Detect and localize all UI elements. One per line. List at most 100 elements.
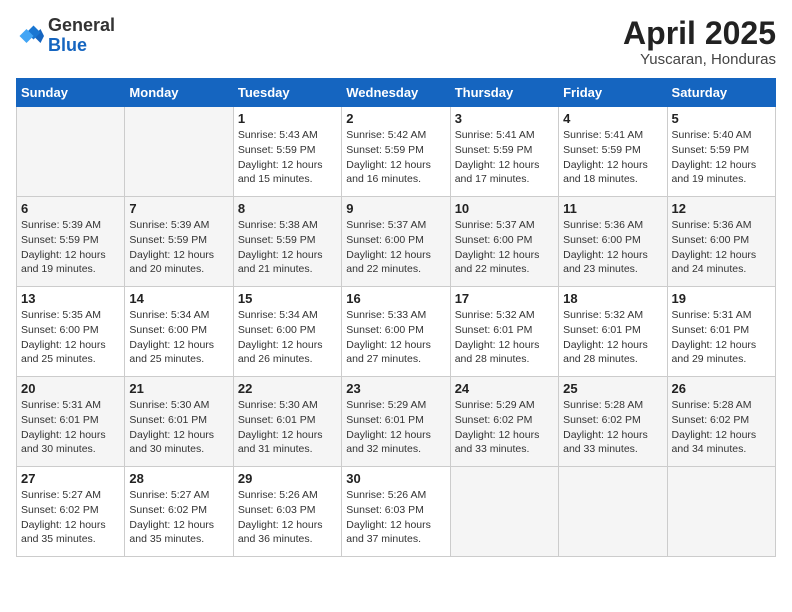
calendar-cell: 17Sunrise: 5:32 AMSunset: 6:01 PMDayligh… [450, 287, 558, 377]
header-day-sunday: Sunday [17, 79, 125, 107]
header-day-saturday: Saturday [667, 79, 775, 107]
calendar-cell [667, 467, 775, 557]
day-number: 30 [346, 471, 445, 486]
calendar-cell: 26 Sunrise: 5:28 AMSunset: 6:02 PMDayligh… [667, 377, 775, 467]
day-info: Sunrise: 5:30 AMSunset: 6:01 PMDaylight:… [129, 398, 228, 457]
day-info: Sunrise: 5:34 AMSunset: 6:00 PMDaylight:… [238, 308, 337, 367]
day-info: Sunrise: 5:37 AMSunset: 6:00 PMDaylight:… [455, 218, 554, 277]
day-info: Sunrise: 5:39 AMSunset: 5:59 PMDaylight:… [21, 218, 120, 277]
calendar-cell: 1 Sunrise: 5:43 AMSunset: 5:59 PMDaylight… [233, 107, 341, 197]
calendar-cell [559, 467, 667, 557]
day-number: 8 [238, 201, 337, 216]
day-info: Sunrise: 5:39 AMSunset: 5:59 PMDaylight:… [129, 218, 228, 277]
day-info: Sunrise: 5:34 AMSunset: 6:00 PMDaylight:… [129, 308, 228, 367]
calendar-cell: 10Sunrise: 5:37 AMSunset: 6:00 PMDayligh… [450, 197, 558, 287]
calendar-cell: 27 Sunrise: 5:27 AMSunset: 6:02 PMDayligh… [17, 467, 125, 557]
day-info: Sunrise: 5:31 AMSunset: 6:01 PMDaylight:… [672, 308, 771, 367]
day-number: 14 [129, 291, 228, 306]
calendar-cell: 29 Sunrise: 5:26 AMSunset: 6:03 PMDayligh… [233, 467, 341, 557]
calendar-cell: 16Sunrise: 5:33 AMSunset: 6:00 PMDayligh… [342, 287, 450, 377]
calendar-cell: 6 Sunrise: 5:39 AMSunset: 5:59 PMDaylight… [17, 197, 125, 287]
month-title: April 2025 [623, 16, 776, 51]
day-info: Sunrise: 5:29 AMSunset: 6:02 PMDaylight:… [455, 398, 554, 457]
calendar-cell: 19 Sunrise: 5:31 AMSunset: 6:01 PMDayligh… [667, 287, 775, 377]
day-info: Sunrise: 5:37 AMSunset: 6:00 PMDaylight:… [346, 218, 445, 277]
day-number: 28 [129, 471, 228, 486]
calendar-cell: 20Sunrise: 5:31 AMSunset: 6:01 PMDayligh… [17, 377, 125, 467]
calendar-week-row: 13Sunrise: 5:35 AMSunset: 6:00 PMDayligh… [17, 287, 776, 377]
day-info: Sunrise: 5:27 AMSunset: 6:02 PMDaylight:… [21, 488, 120, 547]
day-number: 9 [346, 201, 445, 216]
calendar-cell [450, 467, 558, 557]
calendar-cell: 22Sunrise: 5:30 AMSunset: 6:01 PMDayligh… [233, 377, 341, 467]
day-number: 27 [21, 471, 120, 486]
day-number: 11 [563, 201, 662, 216]
day-number: 6 [21, 201, 120, 216]
day-number: 21 [129, 381, 228, 396]
day-number: 15 [238, 291, 337, 306]
day-number: 3 [455, 111, 554, 126]
calendar-cell [125, 107, 233, 197]
day-number: 25 [563, 381, 662, 396]
calendar-cell: 15 Sunrise: 5:34 AMSunset: 6:00 PMDayligh… [233, 287, 341, 377]
calendar-cell: 7 Sunrise: 5:39 AMSunset: 5:59 PMDaylight… [125, 197, 233, 287]
calendar-header-row: SundayMondayTuesdayWednesdayThursdayFrid… [17, 79, 776, 107]
day-number: 19 [672, 291, 771, 306]
calendar-cell: 21 Sunrise: 5:30 AMSunset: 6:01 PMDayligh… [125, 377, 233, 467]
calendar-cell: 13Sunrise: 5:35 AMSunset: 6:00 PMDayligh… [17, 287, 125, 377]
day-info: Sunrise: 5:28 AMSunset: 6:02 PMDaylight:… [672, 398, 771, 457]
day-info: Sunrise: 5:28 AMSunset: 6:02 PMDaylight:… [563, 398, 662, 457]
calendar-cell: 9 Sunrise: 5:37 AMSunset: 6:00 PMDaylight… [342, 197, 450, 287]
location-subtitle: Yuscaran, Honduras [623, 51, 776, 68]
day-number: 7 [129, 201, 228, 216]
header-day-wednesday: Wednesday [342, 79, 450, 107]
day-info: Sunrise: 5:38 AMSunset: 5:59 PMDaylight:… [238, 218, 337, 277]
calendar-week-row: 20Sunrise: 5:31 AMSunset: 6:01 PMDayligh… [17, 377, 776, 467]
title-block: April 2025 Yuscaran, Honduras [623, 16, 776, 68]
day-number: 12 [672, 201, 771, 216]
day-number: 26 [672, 381, 771, 396]
day-info: Sunrise: 5:26 AMSunset: 6:03 PMDaylight:… [346, 488, 445, 547]
day-info: Sunrise: 5:26 AMSunset: 6:03 PMDaylight:… [238, 488, 337, 547]
day-info: Sunrise: 5:40 AMSunset: 5:59 PMDaylight:… [672, 128, 771, 187]
calendar-cell: 23 Sunrise: 5:29 AMSunset: 6:01 PMDayligh… [342, 377, 450, 467]
day-number: 20 [21, 381, 120, 396]
logo: General Blue [16, 16, 115, 56]
calendar-cell [17, 107, 125, 197]
calendar-cell: 5 Sunrise: 5:40 AMSunset: 5:59 PMDaylight… [667, 107, 775, 197]
day-number: 29 [238, 471, 337, 486]
day-number: 2 [346, 111, 445, 126]
day-number: 1 [238, 111, 337, 126]
calendar-cell: 4 Sunrise: 5:41 AMSunset: 5:59 PMDaylight… [559, 107, 667, 197]
day-info: Sunrise: 5:43 AMSunset: 5:59 PMDaylight:… [238, 128, 337, 187]
day-info: Sunrise: 5:29 AMSunset: 6:01 PMDaylight:… [346, 398, 445, 457]
calendar-cell: 11 Sunrise: 5:36 AMSunset: 6:00 PMDayligh… [559, 197, 667, 287]
header-day-thursday: Thursday [450, 79, 558, 107]
day-info: Sunrise: 5:36 AMSunset: 6:00 PMDaylight:… [563, 218, 662, 277]
day-info: Sunrise: 5:27 AMSunset: 6:02 PMDaylight:… [129, 488, 228, 547]
day-info: Sunrise: 5:33 AMSunset: 6:00 PMDaylight:… [346, 308, 445, 367]
page-header: General Blue April 2025 Yuscaran, Hondur… [16, 16, 776, 68]
calendar-cell: 14 Sunrise: 5:34 AMSunset: 6:00 PMDayligh… [125, 287, 233, 377]
calendar-cell: 12Sunrise: 5:36 AMSunset: 6:00 PMDayligh… [667, 197, 775, 287]
day-number: 22 [238, 381, 337, 396]
calendar-cell: 3 Sunrise: 5:41 AMSunset: 5:59 PMDaylight… [450, 107, 558, 197]
header-day-tuesday: Tuesday [233, 79, 341, 107]
logo-general: General [48, 15, 115, 35]
day-number: 5 [672, 111, 771, 126]
calendar-cell: 25 Sunrise: 5:28 AMSunset: 6:02 PMDayligh… [559, 377, 667, 467]
logo-icon [16, 22, 44, 50]
day-number: 23 [346, 381, 445, 396]
calendar-cell: 8 Sunrise: 5:38 AMSunset: 5:59 PMDaylight… [233, 197, 341, 287]
calendar-table: SundayMondayTuesdayWednesdayThursdayFrid… [16, 78, 776, 557]
day-info: Sunrise: 5:35 AMSunset: 6:00 PMDaylight:… [21, 308, 120, 367]
calendar-week-row: 27 Sunrise: 5:27 AMSunset: 6:02 PMDayligh… [17, 467, 776, 557]
day-info: Sunrise: 5:41 AMSunset: 5:59 PMDaylight:… [455, 128, 554, 187]
day-number: 4 [563, 111, 662, 126]
day-info: Sunrise: 5:41 AMSunset: 5:59 PMDaylight:… [563, 128, 662, 187]
day-number: 18 [563, 291, 662, 306]
logo-blue: Blue [48, 35, 87, 55]
calendar-cell: 30 Sunrise: 5:26 AMSunset: 6:03 PMDayligh… [342, 467, 450, 557]
day-number: 24 [455, 381, 554, 396]
calendar-cell: 18Sunrise: 5:32 AMSunset: 6:01 PMDayligh… [559, 287, 667, 377]
